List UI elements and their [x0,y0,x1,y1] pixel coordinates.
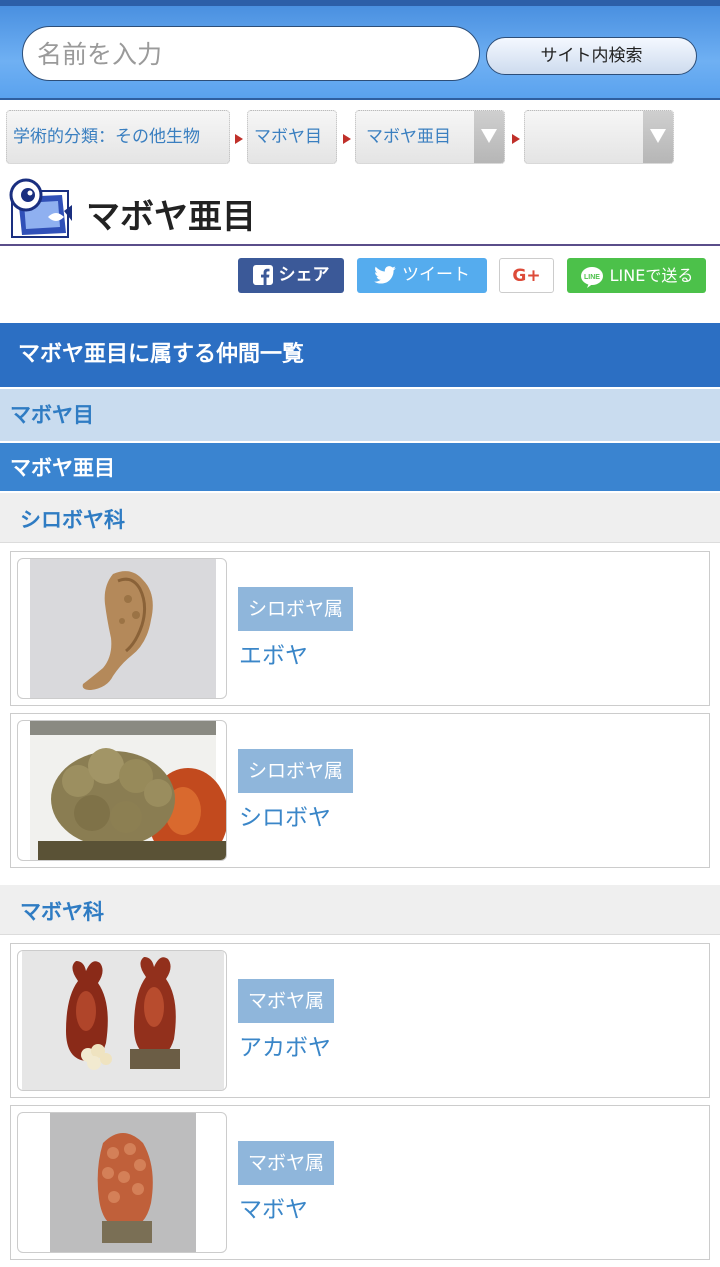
svg-text:LINE: LINE [584,274,600,281]
genus-badge[interactable]: シロボヤ属 [238,749,354,793]
breadcrumb-item-classification[interactable]: 学術的分類：その他生物 [6,110,230,164]
breadcrumb-item-suborder[interactable]: マボヤ亜目 [355,110,505,164]
genus-badge[interactable]: マボヤ属 [238,1141,335,1185]
twitter-tweet-label: ツイート [402,265,470,285]
species-card[interactable]: マボヤ属 アカボヤ [10,943,710,1098]
members-list-header: マボヤ亜目に属する仲間一覧 [0,323,720,387]
species-card[interactable]: シロボヤ属 エボヤ [10,551,710,706]
facebook-icon [252,265,273,285]
suborder-header: マボヤ亜目 [0,443,720,491]
breadcrumb-item-order[interactable]: マボヤ目 [247,110,337,164]
species-photo[interactable] [17,1112,227,1253]
species-name-link[interactable]: マボヤ [239,1190,308,1224]
species-photo[interactable] [17,720,227,861]
breadcrumb-label: マボヤ亜目 [366,127,451,147]
site-search-button[interactable]: サイト内検索 [486,37,697,75]
genus-badge[interactable]: マボヤ属 [238,979,335,1023]
species-photo-maboya [50,1113,196,1252]
line-send-button[interactable]: LINE LINEで送る [567,258,706,293]
facebook-share-button[interactable]: シェア [238,258,344,293]
species-name-link[interactable]: アカボヤ [239,1028,331,1062]
chevron-down-icon[interactable] [474,111,504,163]
family-header[interactable]: シロボヤ科 [0,493,720,543]
facebook-share-label: シェア [278,265,330,285]
google-plus-button[interactable]: G+ [499,258,554,293]
breadcrumb-separator-icon [235,134,243,144]
species-photo-akaboya [22,951,224,1090]
species-name-link[interactable]: エボヤ [239,636,308,670]
species-card[interactable]: シロボヤ属 シロボヤ [10,713,710,868]
species-name-link[interactable]: シロボヤ [239,798,331,832]
breadcrumb-label: マボヤ目 [254,127,322,147]
species-photo-ebo-ya [30,559,216,698]
google-plus-icon: G+ [512,266,541,286]
book-mascot-icon [9,178,72,238]
breadcrumb-separator-icon [512,134,520,144]
breadcrumb: 学術的分類：その他生物 マボヤ目 マボヤ亜目 [0,110,720,166]
line-send-label: LINEで送る [609,266,694,285]
breadcrumb-label: 学術的分類：その他生物 [13,127,200,147]
title-row: マボヤ亜目 [0,175,720,246]
page-title: マボヤ亜目 [86,197,256,237]
genus-badge[interactable]: シロボヤ属 [238,587,354,631]
species-photo-shiro-boya [30,721,226,860]
twitter-bird-icon [374,266,396,284]
breadcrumb-item-empty-select[interactable] [524,110,674,164]
breadcrumb-separator-icon [343,134,351,144]
twitter-tweet-button[interactable]: ツイート [357,258,487,293]
species-photo[interactable] [17,558,227,699]
header-bar: 名前を入力 サイト内検索 [0,0,720,100]
search-input[interactable]: 名前を入力 [22,26,480,81]
order-link[interactable]: マボヤ目 [0,389,720,441]
line-chat-icon: LINE [580,266,603,288]
species-card[interactable]: マボヤ属 マボヤ [10,1105,710,1260]
species-photo[interactable] [17,950,227,1091]
family-header[interactable]: マボヤ科 [0,885,720,935]
chevron-down-icon[interactable] [643,111,673,163]
